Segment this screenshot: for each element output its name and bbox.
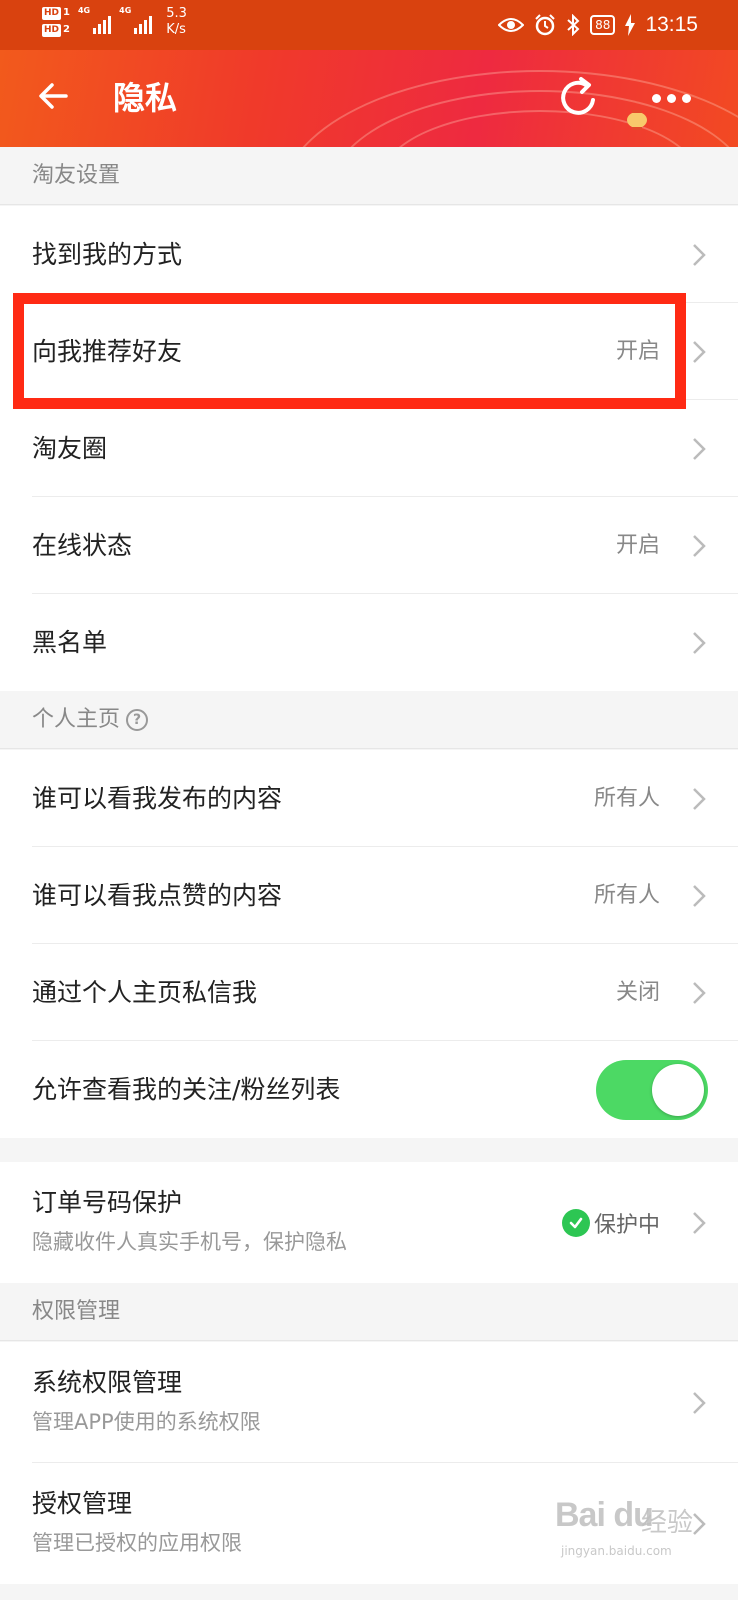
more-icon[interactable] (652, 88, 702, 108)
help-icon[interactable]: ? (126, 708, 149, 731)
row-find-me[interactable]: 找到我的方式 (0, 206, 738, 303)
row-system-permissions[interactable]: 系统权限管理 管理APP使用的系统权限 (0, 1342, 738, 1463)
status-bar: HD 1 HD 2 4G 4G 5.3 K/s 88 13:15 (0, 0, 738, 50)
row-label: 通过个人主页私信我 (32, 978, 258, 1007)
chevron-right-icon (693, 1392, 706, 1414)
chevron-right-icon (693, 341, 706, 363)
page-title: 隐私 (113, 79, 178, 117)
check-circle-icon (561, 1208, 590, 1237)
chevron-right-icon (693, 885, 706, 907)
row-description: 隐藏收件人真实手机号，保护隐私 (32, 1230, 347, 1254)
row-description: 管理已授权的应用权限 (32, 1531, 242, 1555)
chevron-right-icon (693, 632, 706, 654)
row-message-via-profile[interactable]: 通过个人主页私信我 关闭 (0, 944, 738, 1041)
signal-icon: 4G (78, 6, 112, 34)
taoyou-settings-group: 找到我的方式 向我推荐好友 开启 淘友圈 在线状态 开启 黑名单 (0, 206, 738, 691)
row-recommend-friends[interactable]: 向我推荐好友 开启 (0, 303, 738, 400)
order-protection-group: 订单号码保护 隐藏收件人真实手机号，保护隐私 保护中 (0, 1162, 738, 1283)
alarm-icon (535, 14, 555, 36)
profile-settings-group: 谁可以看我发布的内容 所有人 谁可以看我点赞的内容 所有人 通过个人主页私信我 … (0, 750, 738, 1138)
row-label: 黑名单 (32, 628, 108, 657)
row-label: 系统权限管理 (32, 1368, 183, 1397)
row-label: 在线状态 (32, 531, 133, 560)
row-label: 允许查看我的关注/粉丝列表 (32, 1075, 341, 1104)
chevron-right-icon (693, 244, 706, 266)
row-value: 开启 (615, 339, 660, 364)
refresh-icon[interactable] (555, 74, 603, 122)
lantern-icon (627, 110, 647, 130)
sim1-indicator: HD 1 (42, 6, 70, 20)
row-description: 管理APP使用的系统权限 (32, 1410, 261, 1434)
chevron-right-icon (693, 788, 706, 810)
sim2-indicator: HD 2 (42, 23, 70, 37)
row-blacklist[interactable]: 黑名单 (0, 594, 738, 691)
chevron-right-icon (693, 438, 706, 460)
row-who-can-see-likes[interactable]: 谁可以看我点赞的内容 所有人 (0, 847, 738, 944)
row-label: 找到我的方式 (32, 240, 183, 269)
row-online-status[interactable]: 在线状态 开启 (0, 497, 738, 594)
eye-icon (498, 18, 525, 32)
section-header-taoyou: 淘友设置 (0, 147, 738, 205)
row-value: 开启 (615, 533, 660, 558)
row-label: 向我推荐好友 (32, 337, 183, 366)
bluetooth-icon (567, 14, 580, 36)
chevron-right-icon (693, 535, 706, 557)
chevron-right-icon (693, 1212, 706, 1234)
clock: 13:15 (645, 13, 698, 36)
row-allow-view-follow-list: 允许查看我的关注/粉丝列表 (0, 1041, 738, 1138)
row-taoyou-circle[interactable]: 淘友圈 (0, 400, 738, 497)
follow-list-toggle[interactable] (596, 1060, 708, 1120)
row-value: 关闭 (615, 980, 660, 1005)
row-who-can-see-posts[interactable]: 谁可以看我发布的内容 所有人 (0, 750, 738, 847)
row-order-number-protection[interactable]: 订单号码保护 隐藏收件人真实手机号，保护隐私 保护中 (0, 1162, 738, 1283)
chevron-right-icon (693, 982, 706, 1004)
row-label: 谁可以看我点赞的内容 (32, 881, 283, 910)
network-speed: 5.3 K/s (166, 6, 187, 37)
section-header-profile: 个人主页 ? (0, 691, 738, 749)
row-label: 淘友圈 (32, 434, 108, 463)
nav-bar: 隐私 (0, 50, 738, 147)
battery-icon: 88 (590, 15, 616, 35)
charging-icon (625, 14, 636, 36)
signal-icon-2: 4G (119, 6, 153, 34)
back-arrow-icon[interactable] (36, 76, 76, 116)
baidu-watermark: Bai du 经验 jingyan.baidu.com (555, 1496, 694, 1558)
row-label: 授权管理 (32, 1489, 133, 1518)
row-label: 谁可以看我发布的内容 (32, 784, 283, 813)
section-header-permissions: 权限管理 (0, 1283, 738, 1341)
row-label: 订单号码保护 (32, 1188, 183, 1217)
protection-status: 保护中 (561, 1162, 660, 1283)
row-value: 所有人 (593, 883, 660, 908)
row-value: 所有人 (593, 786, 660, 811)
